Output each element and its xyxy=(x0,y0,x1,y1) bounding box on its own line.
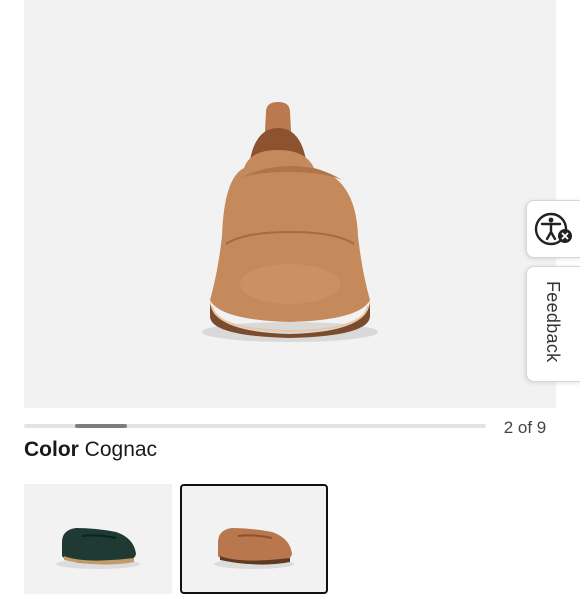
color-swatch-dark-green[interactable] xyxy=(24,484,172,594)
cognac-loafer-thumbnail xyxy=(214,528,294,569)
accessibility-icon xyxy=(534,212,572,246)
gallery-counter: 2 of 9 xyxy=(503,418,547,437)
gallery-scroll-thumb[interactable] xyxy=(75,424,127,428)
gallery-scrollbar[interactable] xyxy=(24,424,486,428)
cognac-loafer-front-view xyxy=(202,102,378,342)
color-value: Cognac xyxy=(84,438,158,461)
product-image[interactable] xyxy=(24,0,556,408)
accessibility-button[interactable] xyxy=(526,200,580,258)
feedback-tab[interactable]: Feedback xyxy=(526,266,580,382)
color-selection-label: Color Cognac xyxy=(24,438,157,462)
feedback-label: Feedback xyxy=(543,281,563,363)
color-swatch-cognac[interactable] xyxy=(180,484,328,594)
color-label: Color xyxy=(24,438,79,461)
dark-green-loafer-thumbnail xyxy=(56,528,140,569)
